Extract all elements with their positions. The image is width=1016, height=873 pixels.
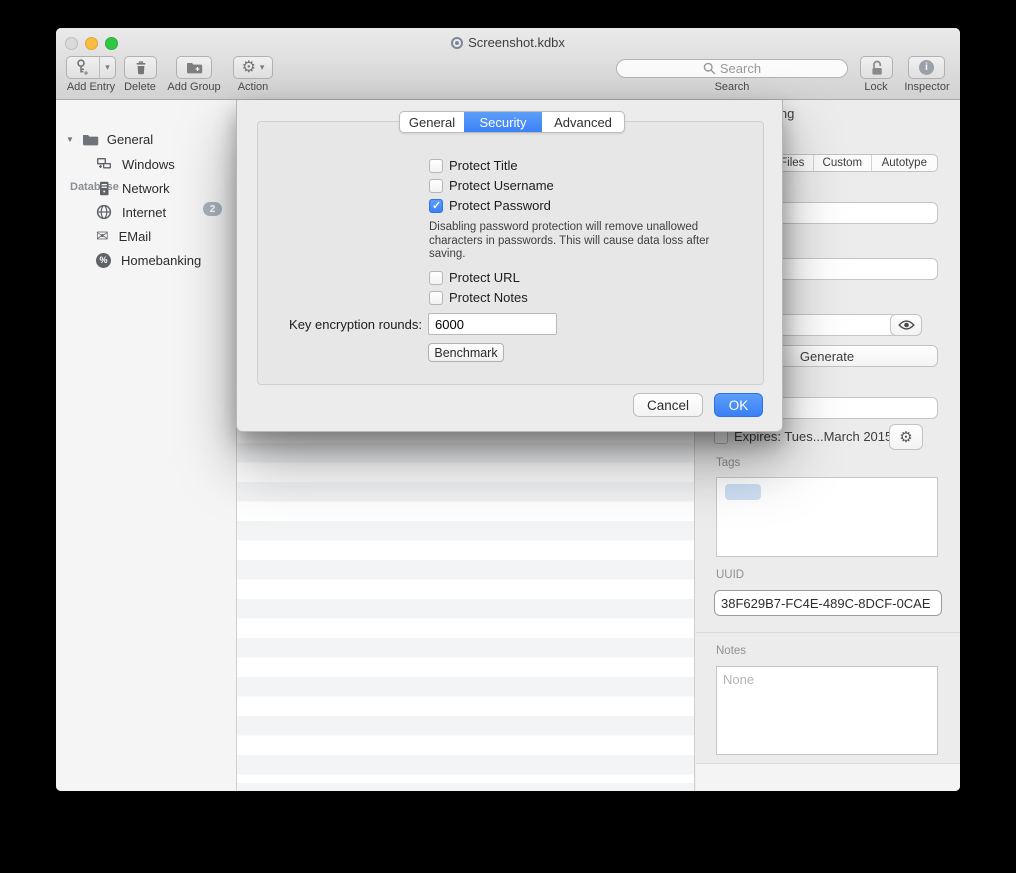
- tab-advanced[interactable]: Advanced: [542, 112, 624, 132]
- add-group-label: Add Group: [159, 81, 229, 93]
- add-group-button[interactable]: [176, 56, 212, 79]
- cancel-label: Cancel: [647, 398, 689, 413]
- protect-username-label: Protect Username: [449, 178, 554, 193]
- ok-label: OK: [729, 398, 749, 413]
- sidebar-item-label: Internet: [122, 205, 166, 220]
- disclosure-triangle-icon[interactable]: ▼: [66, 135, 74, 144]
- windows-icon: [96, 157, 112, 171]
- info-icon: i: [919, 60, 934, 75]
- delete-button[interactable]: [124, 56, 157, 79]
- protect-title-label: Protect Title: [449, 158, 518, 173]
- search-label: Search: [672, 81, 792, 93]
- trash-icon: [134, 60, 148, 76]
- protect-url-checkbox[interactable]: [429, 271, 443, 285]
- inspector-button[interactable]: i: [908, 56, 945, 79]
- chevron-down-icon: ▾: [105, 63, 110, 72]
- key-plus-icon: [75, 59, 89, 76]
- protect-notes-checkbox[interactable]: [429, 291, 443, 305]
- tab-general[interactable]: General: [400, 112, 464, 132]
- action-label: Action: [223, 81, 283, 93]
- search-icon: [703, 62, 716, 75]
- benchmark-label: Benchmark: [434, 346, 497, 360]
- benchmark-button[interactable]: Benchmark: [428, 343, 504, 362]
- gear-icon: ⚙: [899, 430, 912, 445]
- search-placeholder: Search: [720, 61, 761, 76]
- desktop-background: Screenshot.kdbx ▾ Add Entry: [0, 0, 1016, 873]
- expires-date-button[interactable]: ⚙: [889, 424, 923, 450]
- key-encryption-rounds-label: Key encryption rounds:: [237, 317, 422, 332]
- protect-url-label: Protect URL: [449, 270, 520, 285]
- sidebar-item-email[interactable]: ✉ EMail: [96, 226, 151, 246]
- group-count-badge: 2: [203, 202, 222, 216]
- protect-password-checkbox[interactable]: [429, 199, 443, 213]
- globe-icon: [96, 204, 112, 220]
- ok-button[interactable]: OK: [714, 393, 763, 417]
- sidebar-item-internet[interactable]: Internet: [96, 202, 166, 222]
- protect-notes-label: Protect Notes: [449, 290, 528, 305]
- inspector-tab-custom[interactable]: Custom: [813, 155, 870, 171]
- tag-chip[interactable]: [725, 484, 761, 500]
- tab-security[interactable]: Security: [464, 112, 542, 132]
- tags-label: Tags: [716, 457, 740, 469]
- folder-plus-icon: [186, 61, 203, 74]
- document-icon: [451, 37, 463, 49]
- server-icon: [96, 181, 112, 196]
- search-input[interactable]: Search: [616, 59, 848, 78]
- protect-password-label: Protect Password: [449, 198, 551, 213]
- expires-checkbox[interactable]: [714, 430, 728, 444]
- tags-box[interactable]: [716, 477, 938, 557]
- generate-label: Generate: [800, 349, 854, 364]
- sidebar-item-homebanking[interactable]: % Homebanking: [96, 250, 201, 270]
- sidebar-item-general[interactable]: ▼ General: [66, 129, 153, 149]
- notes-textarea[interactable]: [716, 666, 938, 755]
- sidebar-item-label: Homebanking: [121, 253, 201, 268]
- add-entry-dropdown[interactable]: ▾: [99, 57, 115, 78]
- app-window: Screenshot.kdbx ▾ Add Entry: [56, 28, 960, 791]
- settings-tabbar: General Security Advanced: [399, 111, 625, 133]
- inspector-label: Inspector: [891, 81, 960, 93]
- window-title-text: Screenshot.kdbx: [468, 35, 565, 50]
- sidebar-item-windows[interactable]: Windows: [96, 154, 175, 174]
- notes-label: Notes: [716, 645, 746, 657]
- password-protection-help-text: Disabling password protection will remov…: [429, 221, 728, 262]
- gear-icon: ⚙: [242, 60, 256, 76]
- percent-icon: %: [96, 253, 111, 268]
- inspector-divider: [696, 632, 960, 633]
- protect-title-checkbox[interactable]: [429, 159, 443, 173]
- sidebar-item-network[interactable]: Network: [96, 178, 170, 198]
- sidebar-item-label: Network: [122, 181, 170, 196]
- inspector-tab-autotype[interactable]: Autotype: [871, 155, 937, 171]
- sidebar-item-label: Windows: [122, 157, 175, 172]
- sidebar-item-label: General: [107, 132, 153, 147]
- lock-button[interactable]: [860, 56, 893, 79]
- uuid-field[interactable]: [714, 590, 942, 616]
- database-settings-sheet: General Security Advanced Protect Title …: [236, 100, 783, 432]
- reveal-password-button[interactable]: [890, 314, 922, 336]
- add-entry-button[interactable]: ▾: [66, 56, 116, 79]
- sidebar-item-label: EMail: [119, 229, 152, 244]
- uuid-label: UUID: [716, 569, 744, 581]
- protect-username-checkbox[interactable]: [429, 179, 443, 193]
- titlebar-toolbar: Screenshot.kdbx ▾ Add Entry: [56, 28, 960, 100]
- folder-icon: [82, 133, 99, 146]
- envelope-icon: ✉: [96, 229, 109, 244]
- lock-open-icon: [869, 59, 885, 76]
- cancel-button[interactable]: Cancel: [633, 393, 703, 417]
- action-button[interactable]: ⚙ ▾: [233, 56, 273, 79]
- inspector-footer: [696, 763, 960, 791]
- eye-icon: [898, 319, 915, 331]
- chevron-down-icon: ▾: [260, 63, 265, 72]
- window-title: Screenshot.kdbx: [56, 35, 960, 50]
- key-encryption-rounds-input[interactable]: [428, 313, 557, 335]
